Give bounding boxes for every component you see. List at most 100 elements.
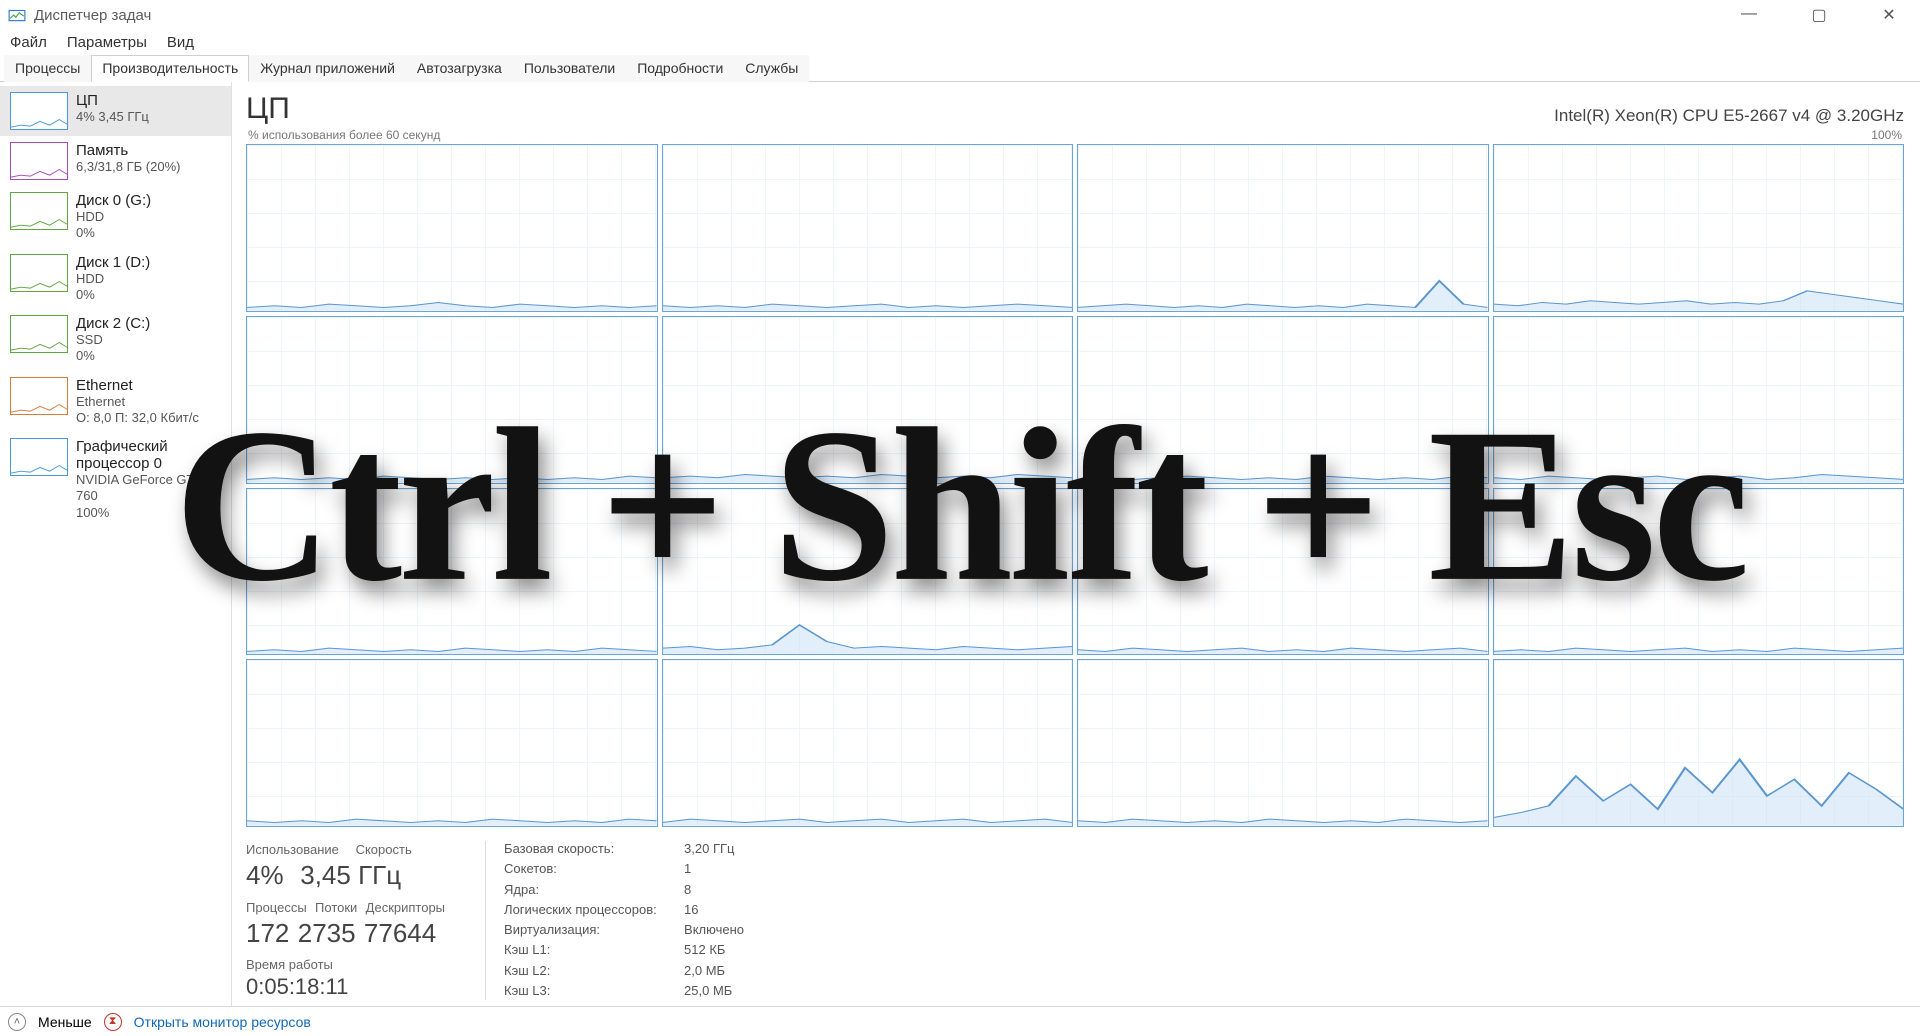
core-chart-9 <box>662 488 1074 656</box>
menu-view[interactable]: Вид <box>167 34 194 51</box>
sidebar-item-sub: 4% 3,45 ГГц <box>76 109 149 125</box>
menu-options[interactable]: Параметры <box>67 34 147 51</box>
thumb-icon <box>10 92 68 130</box>
sidebar-item-eth[interactable]: EthernetEthernetО: 8,0 П: 32,0 Кбит/с <box>0 371 231 433</box>
sidebar-item-dsk1[interactable]: Диск 1 (D:)HDD0% <box>0 248 231 310</box>
sidebar-item-sub: EthernetО: 8,0 П: 32,0 Кбит/с <box>76 394 199 427</box>
core-chart-1 <box>662 144 1074 312</box>
core-chart-8 <box>246 488 658 656</box>
threads-value: 2735 <box>298 918 356 948</box>
sidebar-item-sub: 6,3/31,8 ГБ (20%) <box>76 159 180 175</box>
core-chart-3 <box>1493 144 1905 312</box>
core-chart-6 <box>1077 316 1489 484</box>
app-icon <box>8 6 26 24</box>
chart-caption: % использования более 60 секунд <box>248 128 440 142</box>
core-chart-13 <box>662 659 1074 827</box>
thumb-icon <box>10 254 68 292</box>
core-chart-4 <box>246 316 658 484</box>
resource-monitor-icon: ⧗ <box>104 1013 122 1031</box>
thumb-icon <box>10 377 68 415</box>
sidebar-item-sub: NVIDIA GeForce GTX 760100% <box>76 472 221 521</box>
detail-key: Виртуализация: <box>504 922 684 939</box>
cpu-core-grid <box>246 144 1904 827</box>
core-chart-0 <box>246 144 658 312</box>
main-panel: ЦП Intel(R) Xeon(R) CPU E5-2667 v4 @ 3.2… <box>232 82 1920 1006</box>
close-button[interactable]: ✕ <box>1866 5 1912 25</box>
threads-label: Потоки <box>315 900 357 915</box>
sidebar-item-title: Диск 0 (G:) <box>76 192 151 209</box>
sidebar-item-sub: HDD0% <box>76 271 150 304</box>
detail-val: 16 <box>684 902 794 919</box>
tab-performance[interactable]: Производительность <box>91 55 249 82</box>
detail-key: Кэш L1: <box>504 942 684 959</box>
core-chart-12 <box>246 659 658 827</box>
handles-value: 77644 <box>364 918 436 948</box>
detail-val: 512 КБ <box>684 942 794 959</box>
tab-app-history[interactable]: Журнал приложений <box>249 55 406 82</box>
sidebar-item-sub: HDD0% <box>76 209 151 242</box>
core-chart-11 <box>1493 488 1905 656</box>
speed-value: 3,45 ГГц <box>300 860 401 890</box>
detail-key: Логических процессоров: <box>504 902 684 919</box>
core-chart-15 <box>1493 659 1905 827</box>
sidebar-item-dsk2[interactable]: Диск 2 (C:)SSD0% <box>0 309 231 371</box>
thumb-icon <box>10 315 68 353</box>
tab-startup[interactable]: Автозагрузка <box>406 55 513 82</box>
handles-label: Дескрипторы <box>366 900 445 915</box>
fewer-details-button[interactable]: Меньше <box>38 1014 92 1030</box>
tab-users[interactable]: Пользователи <box>513 55 626 82</box>
processes-value: 172 <box>246 918 289 948</box>
cpu-details: Базовая скорость:3,20 ГГцСокетов:1Ядра:8… <box>485 841 794 1000</box>
sidebar-item-sub: SSD0% <box>76 332 150 365</box>
sidebar-item-title: Диск 1 (D:) <box>76 254 150 271</box>
sidebar: ЦП4% 3,45 ГГц Память6,3/31,8 ГБ (20%) Ди… <box>0 82 232 1006</box>
tab-processes[interactable]: Процессы <box>4 55 91 82</box>
sidebar-item-title: Диск 2 (C:) <box>76 315 150 332</box>
thumb-icon <box>10 142 68 180</box>
sidebar-item-mem[interactable]: Память6,3/31,8 ГБ (20%) <box>0 136 231 186</box>
uptime-value: 0:05:18:11 <box>246 974 445 1000</box>
detail-key: Кэш L3: <box>504 983 684 1000</box>
menu-file[interactable]: Файл <box>10 34 47 51</box>
sidebar-item-cpu[interactable]: ЦП4% 3,45 ГГц <box>0 86 231 136</box>
detail-key: Ядра: <box>504 882 684 899</box>
menubar: Файл Параметры Вид <box>0 30 1920 54</box>
detail-val: 3,20 ГГц <box>684 841 794 858</box>
core-chart-10 <box>1077 488 1489 656</box>
detail-key: Сокетов: <box>504 861 684 878</box>
sidebar-item-title: Ethernet <box>76 377 199 394</box>
cpu-model: Intel(R) Xeon(R) CPU E5-2667 v4 @ 3.20GH… <box>1554 106 1904 126</box>
detail-val: Включено <box>684 922 794 939</box>
core-chart-5 <box>662 316 1074 484</box>
thumb-icon <box>10 438 68 476</box>
core-chart-7 <box>1493 316 1905 484</box>
open-resource-monitor-link[interactable]: Открыть монитор ресурсов <box>134 1014 311 1030</box>
tab-services[interactable]: Службы <box>734 55 809 82</box>
sidebar-item-dsk0[interactable]: Диск 0 (G:)HDD0% <box>0 186 231 248</box>
maximize-button[interactable]: ▢ <box>1796 5 1842 25</box>
processes-label: Процессы <box>246 900 307 915</box>
sidebar-item-title: Графический процессор 0 <box>76 438 221 472</box>
window-controls: — ▢ ✕ <box>1726 5 1912 25</box>
sidebar-item-title: Память <box>76 142 180 159</box>
usage-label: Использование <box>246 842 339 857</box>
detail-val: 25,0 МБ <box>684 983 794 1000</box>
sidebar-item-title: ЦП <box>76 92 149 109</box>
tabs: Процессы Производительность Журнал прило… <box>0 54 1920 82</box>
tab-details[interactable]: Подробности <box>626 55 734 82</box>
uptime-label: Время работы <box>246 957 445 972</box>
page-title: ЦП <box>246 92 290 126</box>
minimize-button[interactable]: — <box>1726 5 1772 25</box>
detail-val: 2,0 МБ <box>684 963 794 980</box>
window-title: Диспетчер задач <box>34 7 151 24</box>
sidebar-item-gpu[interactable]: Графический процессор 0NVIDIA GeForce GT… <box>0 432 231 527</box>
titlebar: Диспетчер задач — ▢ ✕ <box>0 0 1920 30</box>
collapse-icon[interactable]: ˄ <box>8 1013 26 1031</box>
core-chart-14 <box>1077 659 1489 827</box>
chart-max: 100% <box>1871 128 1902 142</box>
statusbar: ˄ Меньше ⧗ Открыть монитор ресурсов <box>0 1006 1920 1036</box>
core-chart-2 <box>1077 144 1489 312</box>
detail-key: Базовая скорость: <box>504 841 684 858</box>
detail-val: 8 <box>684 882 794 899</box>
detail-key: Кэш L2: <box>504 963 684 980</box>
